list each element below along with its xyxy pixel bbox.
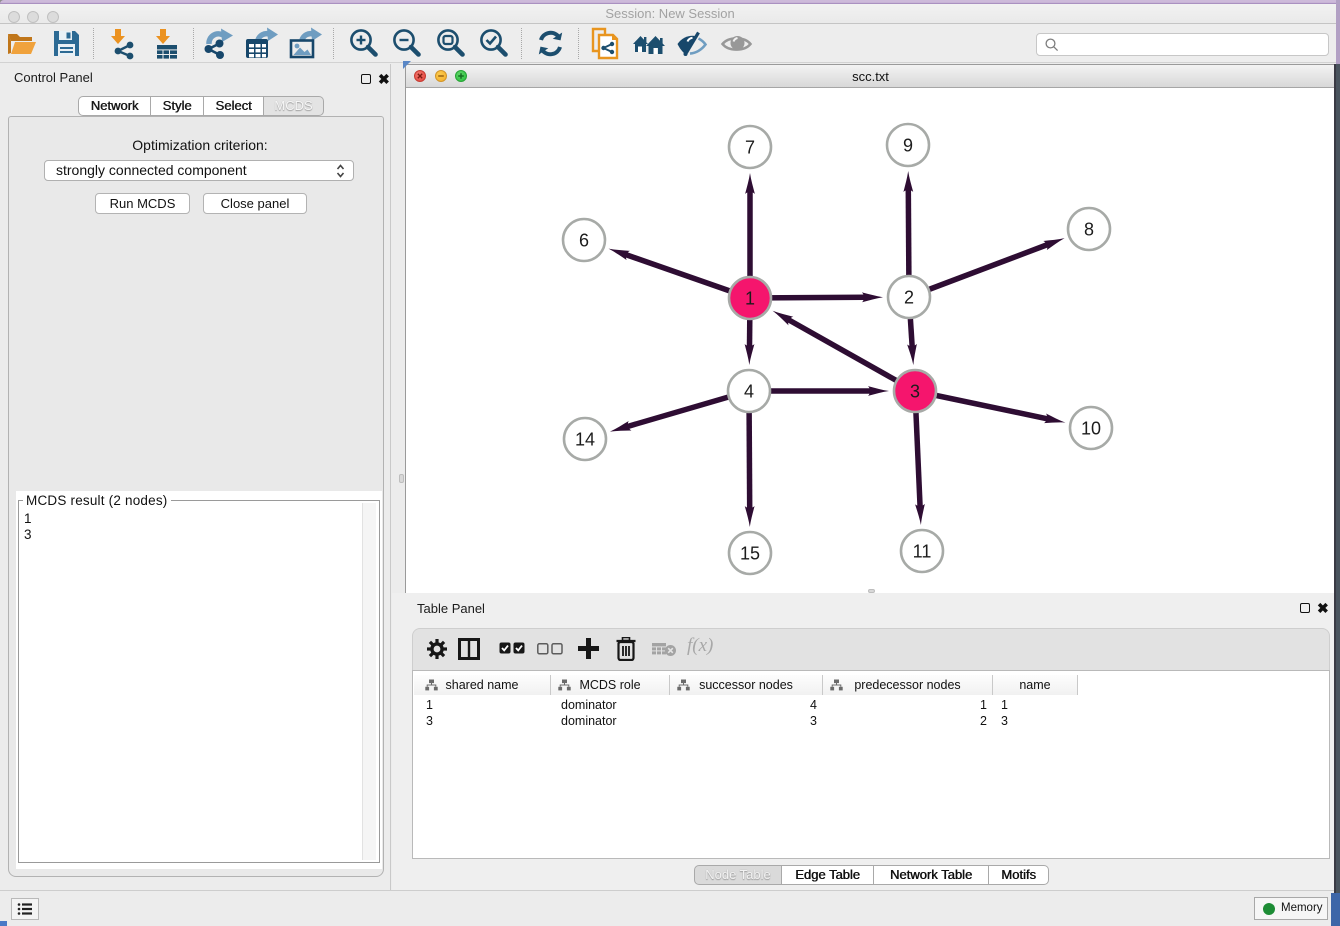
svg-text:11: 11: [913, 542, 932, 562]
svg-text:3: 3: [910, 382, 920, 402]
svg-text:9: 9: [903, 136, 913, 156]
svg-text:7: 7: [745, 138, 755, 158]
svg-text:4: 4: [744, 382, 754, 402]
svg-text:6: 6: [579, 231, 589, 251]
svg-text:1: 1: [745, 289, 755, 309]
svg-text:14: 14: [575, 430, 595, 450]
svg-text:10: 10: [1081, 419, 1101, 439]
svg-text:2: 2: [904, 288, 914, 308]
svg-text:8: 8: [1084, 220, 1094, 240]
svg-text:15: 15: [740, 544, 760, 564]
